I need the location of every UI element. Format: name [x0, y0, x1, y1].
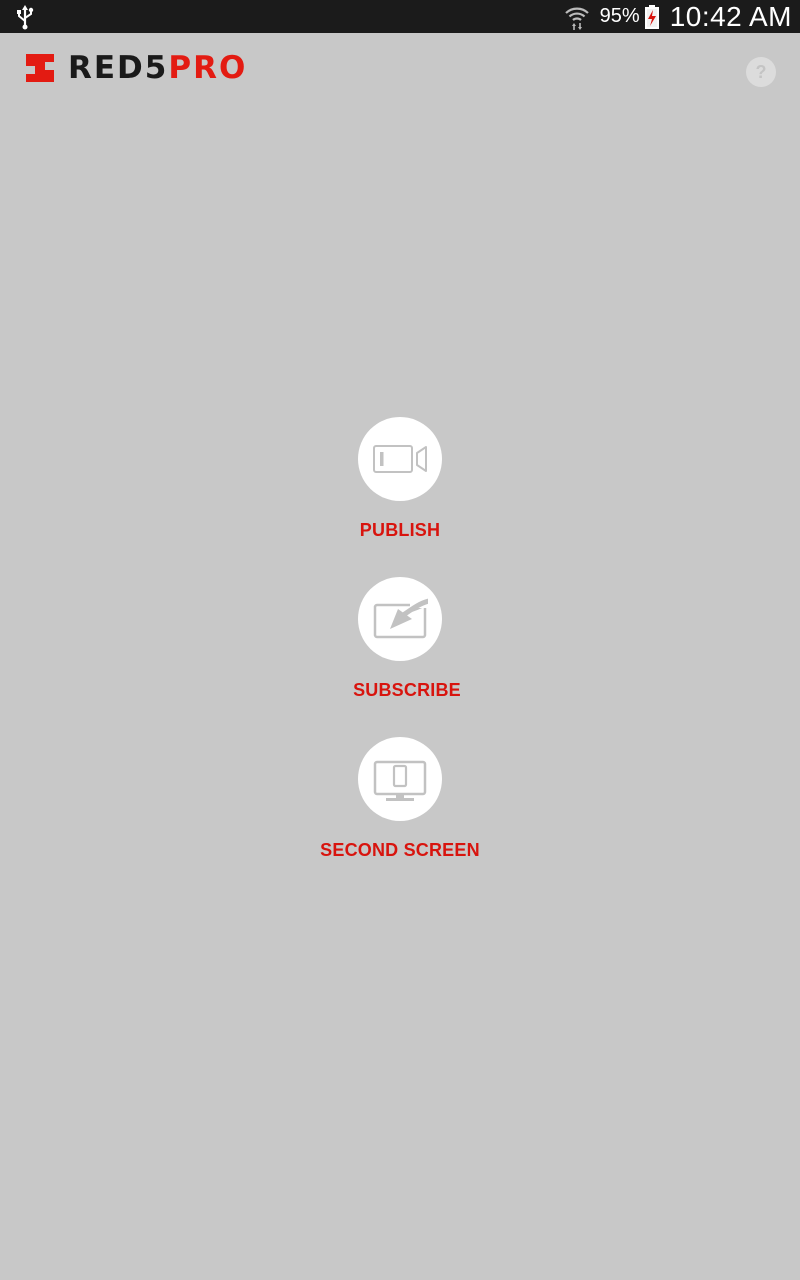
- screen-arrow-icon: [373, 598, 428, 639]
- logo-text-red5: RED5: [68, 50, 169, 86]
- logo-text-pro: PRO: [168, 50, 248, 86]
- app-header: RED5PRO ?: [0, 33, 800, 105]
- subscribe-button[interactable]: SUBSCRIBE: [0, 577, 800, 727]
- subscribe-icon-circle[interactable]: [358, 577, 442, 661]
- clock: 10:42 AM: [669, 1, 792, 32]
- usb-icon: [14, 4, 36, 30]
- video-camera-icon: [373, 445, 427, 473]
- battery-percent: 95%: [599, 5, 640, 27]
- monitor-phone-icon: [373, 760, 427, 801]
- red5pro-logo: RED5PRO: [26, 51, 247, 85]
- second-screen-icon-circle[interactable]: [358, 737, 442, 821]
- publish-button[interactable]: PUBLISH: [0, 417, 800, 567]
- subscribe-label: SUBSCRIBE: [353, 680, 461, 700]
- publish-label: PUBLISH: [359, 520, 441, 540]
- status-bar: 95% 10:42 AM: [0, 0, 800, 33]
- help-button[interactable]: ?: [746, 57, 776, 87]
- battery-charging-icon: [644, 4, 659, 29]
- second-screen-label: SECOND SCREEN: [320, 840, 480, 860]
- logo-mark-icon: [26, 54, 54, 82]
- publish-icon-circle[interactable]: [358, 417, 442, 501]
- second-screen-button[interactable]: SECOND SCREEN: [0, 737, 800, 887]
- wifi-icon: [564, 7, 589, 30]
